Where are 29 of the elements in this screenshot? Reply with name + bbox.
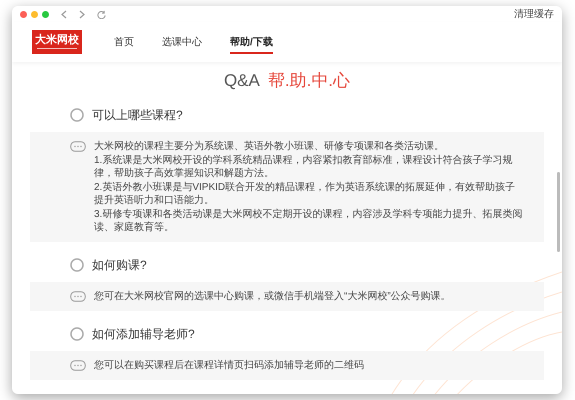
question-circle-icon	[70, 108, 84, 122]
speech-bubble-icon	[70, 140, 86, 152]
forward-icon[interactable]	[79, 10, 85, 18]
heading-prefix: Q&A	[224, 70, 260, 92]
page-heading: 帮.助.中.心	[268, 70, 350, 92]
reload-icon[interactable]	[97, 10, 106, 18]
answer-text: 您可以在购买课程后在课程详情页扫码添加辅导老师的二维码	[94, 358, 364, 372]
faq-question[interactable]: 如何添加辅导老师?	[92, 324, 195, 342]
answer-text: 1.系统课是大米网校开设的学科系统精品课程，内容紧扣教育部标准，课程设计符合孩子学习规律，帮助孩子高效掌握知识和解题方法。	[94, 154, 514, 180]
nav-tab[interactable]: 选课中心	[162, 30, 202, 54]
scrollbar-thumb[interactable]	[557, 172, 560, 252]
answer-text: 您可在大米网校官网的选课中心购课，或微信手机端登入“大米网校”公众号购课。	[94, 290, 451, 302]
close-icon[interactable]	[20, 10, 27, 18]
nav-tab[interactable]: 帮助/下载	[230, 30, 273, 54]
answer-text: 大米网校的课程主要分为系统课、英语外教小班课、研修专项课和各类活动课。	[94, 140, 445, 152]
back-icon[interactable]	[61, 10, 67, 18]
speech-bubble-icon	[70, 290, 86, 302]
nav-tab[interactable]: 首页	[114, 30, 134, 54]
speech-bubble-icon	[70, 360, 86, 370]
answer-text: 2.英语外教小班课是与VIPKID联合开发的精品课程，作为英语系统课的拓展延伸，有效帮助孩子提升英语听力和口语能力。	[94, 180, 516, 206]
logo[interactable]: 大米网校	[32, 30, 82, 54]
clear-cache-link[interactable]: 清理缓存	[514, 6, 554, 22]
maximize-icon[interactable]	[42, 10, 49, 18]
question-circle-icon	[70, 326, 84, 340]
faq-question[interactable]: 可以上哪些课程?	[92, 106, 183, 124]
minimize-icon[interactable]	[31, 10, 38, 18]
answer-text: 3.研修专项课和各类活动课是大米网校不定期开设的课程，内容涉及学科专项能力提升、拓展类阅读、家庭教育等。	[94, 208, 524, 234]
faq-question[interactable]: 如何购课?	[92, 256, 147, 274]
question-circle-icon	[70, 258, 84, 272]
